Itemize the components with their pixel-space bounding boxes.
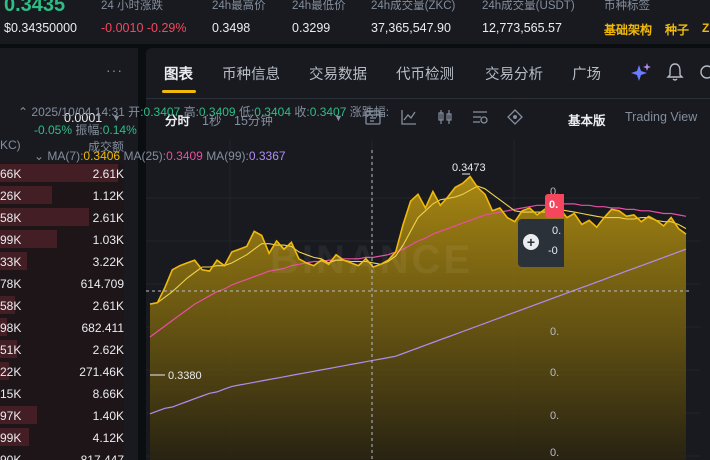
price-chart[interactable]: 0.3380 0.3473 xyxy=(0,0,710,460)
ma7-value: 0.3406 xyxy=(83,149,121,163)
change-pct-value: -0.05% xyxy=(34,123,73,137)
amplitude-label: 振幅: xyxy=(75,123,103,137)
low-annotation: 0.3380 xyxy=(168,370,202,382)
close-value: 0.3407 xyxy=(309,105,347,119)
y-tick-3: 0. xyxy=(550,367,560,379)
ohlc-legend: ⌃ 2025/10/04 14:31 开:0.3407 高:0.3409 低:0… xyxy=(18,103,389,120)
open-label: 开: xyxy=(128,105,144,119)
low-value: 0.3404 xyxy=(254,105,291,119)
last-price-tag: 0. xyxy=(545,194,564,218)
legend-datetime: 2025/10/04 14:31 xyxy=(31,105,125,119)
high-label: 高: xyxy=(183,105,199,119)
ma99-value: 0.3367 xyxy=(248,149,286,163)
ma-collapse-icon[interactable]: ⌄ xyxy=(34,149,44,163)
close-label: 收: xyxy=(294,105,310,119)
ma25-label: MA(25): xyxy=(123,149,167,163)
low-label: 低: xyxy=(238,105,255,119)
change-label: 涨跌幅: xyxy=(349,105,390,119)
y-tick-4: 0. xyxy=(550,410,560,422)
add-alert-icon[interactable]: + xyxy=(523,234,539,250)
y-tick-5: 0. xyxy=(550,447,560,459)
crosshair-price: 0. xyxy=(552,225,562,237)
ma7-label: MA(7): xyxy=(47,149,84,163)
crosshair-price-tip: + 0. -0 xyxy=(518,219,564,267)
ohlc-legend-line2: -0.05% 振幅:0.14% xyxy=(34,121,137,138)
open-value: 0.3407 xyxy=(143,105,181,119)
crosshair-change: -0 xyxy=(548,245,558,257)
ma-legend: ⌄ MA(7):0.3406 MA(25):0.3409 MA(99):0.33… xyxy=(34,149,286,163)
high-annotation: 0.3473 xyxy=(452,162,486,174)
ma99-label: MA(99): xyxy=(206,149,249,163)
amplitude-value: 0.14% xyxy=(102,123,137,137)
high-value: 0.3409 xyxy=(198,105,236,119)
y-tick-2: 0. xyxy=(550,326,560,338)
legend-collapse-icon[interactable]: ⌃ xyxy=(18,105,28,119)
ma25-value: 0.3409 xyxy=(166,149,203,163)
watermark: BINANCE xyxy=(270,238,474,282)
